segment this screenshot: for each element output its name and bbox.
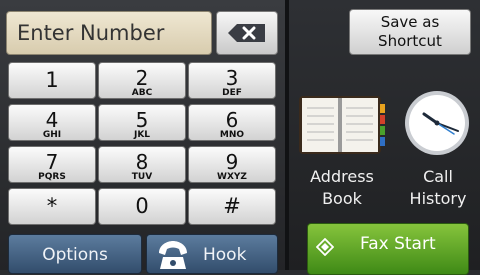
key-digit: 5: [135, 108, 149, 132]
key-2[interactable]: 2 ABC: [98, 62, 186, 99]
key-3[interactable]: 3 DEF: [188, 62, 276, 99]
key-digit: 7: [45, 150, 59, 174]
telephone-handset-icon: [159, 241, 187, 269]
call-history-button[interactable]: Call History: [398, 88, 478, 216]
options-button[interactable]: Options: [8, 234, 142, 274]
key-letters: ABC: [131, 88, 153, 98]
key-letters: WXYZ: [217, 172, 247, 182]
key-letters: GHI: [42, 130, 62, 140]
key-letters: JKL: [133, 130, 151, 140]
hook-button[interactable]: Hook: [146, 234, 278, 274]
key-7[interactable]: 7 PQRS: [8, 146, 96, 183]
clock-icon: [405, 91, 469, 155]
shortcut-label-line2: Shortcut: [378, 32, 442, 50]
key-digit: 4: [45, 108, 59, 132]
shortcut-label-line1: Save as: [380, 13, 440, 31]
call-history-label: Call History: [398, 166, 478, 210]
start-diamond-icon: [316, 238, 334, 256]
key-digit: 8: [135, 150, 149, 174]
key-digit: *: [46, 194, 58, 218]
key-digit: 2: [135, 66, 149, 90]
save-as-shortcut-button[interactable]: Save as Shortcut: [349, 9, 471, 55]
address-book-label-line2: Book: [322, 189, 362, 208]
fax-screen: Enter Number 1 2 ABC 3 DEF 4 GHI 5 JKL 6 MNO …: [0, 0, 480, 275]
key-letters: TUV: [131, 172, 153, 182]
fax-start-button[interactable]: Fax Start: [307, 223, 469, 275]
call-history-label-line1: Call: [423, 167, 453, 186]
backspace-icon: [228, 24, 265, 42]
key-9[interactable]: 9 WXYZ: [188, 146, 276, 183]
key-0[interactable]: 0: [98, 188, 186, 225]
key-digit: 9: [225, 150, 239, 174]
call-history-label-line2: History: [409, 189, 467, 208]
key-8[interactable]: 8 TUV: [98, 146, 186, 183]
number-input[interactable]: Enter Number: [6, 11, 212, 55]
key-digit: 6: [225, 108, 239, 132]
key-letters: DEF: [222, 88, 242, 98]
address-book-label-line1: Address: [310, 167, 374, 186]
address-book-icon: [299, 96, 385, 154]
address-book-label: Address Book: [292, 166, 392, 210]
key-letters: MNO: [219, 130, 245, 140]
key-1[interactable]: 1: [8, 62, 96, 99]
fax-start-label: Fax Start: [360, 234, 436, 254]
address-book-button[interactable]: Address Book: [292, 88, 392, 216]
key-hash[interactable]: #: [188, 188, 276, 225]
key-5[interactable]: 5 JKL: [98, 104, 186, 141]
key-4[interactable]: 4 GHI: [8, 104, 96, 141]
key-digit: #: [223, 194, 241, 218]
key-digit: 0: [135, 194, 149, 218]
backspace-button[interactable]: [216, 11, 278, 55]
key-letters: PQRS: [38, 172, 66, 182]
key-6[interactable]: 6 MNO: [188, 104, 276, 141]
panel-divider: [285, 0, 289, 270]
key-star[interactable]: *: [8, 188, 96, 225]
key-digit: 1: [45, 68, 59, 92]
key-digit: 3: [225, 66, 239, 90]
hook-label: Hook: [203, 245, 247, 265]
